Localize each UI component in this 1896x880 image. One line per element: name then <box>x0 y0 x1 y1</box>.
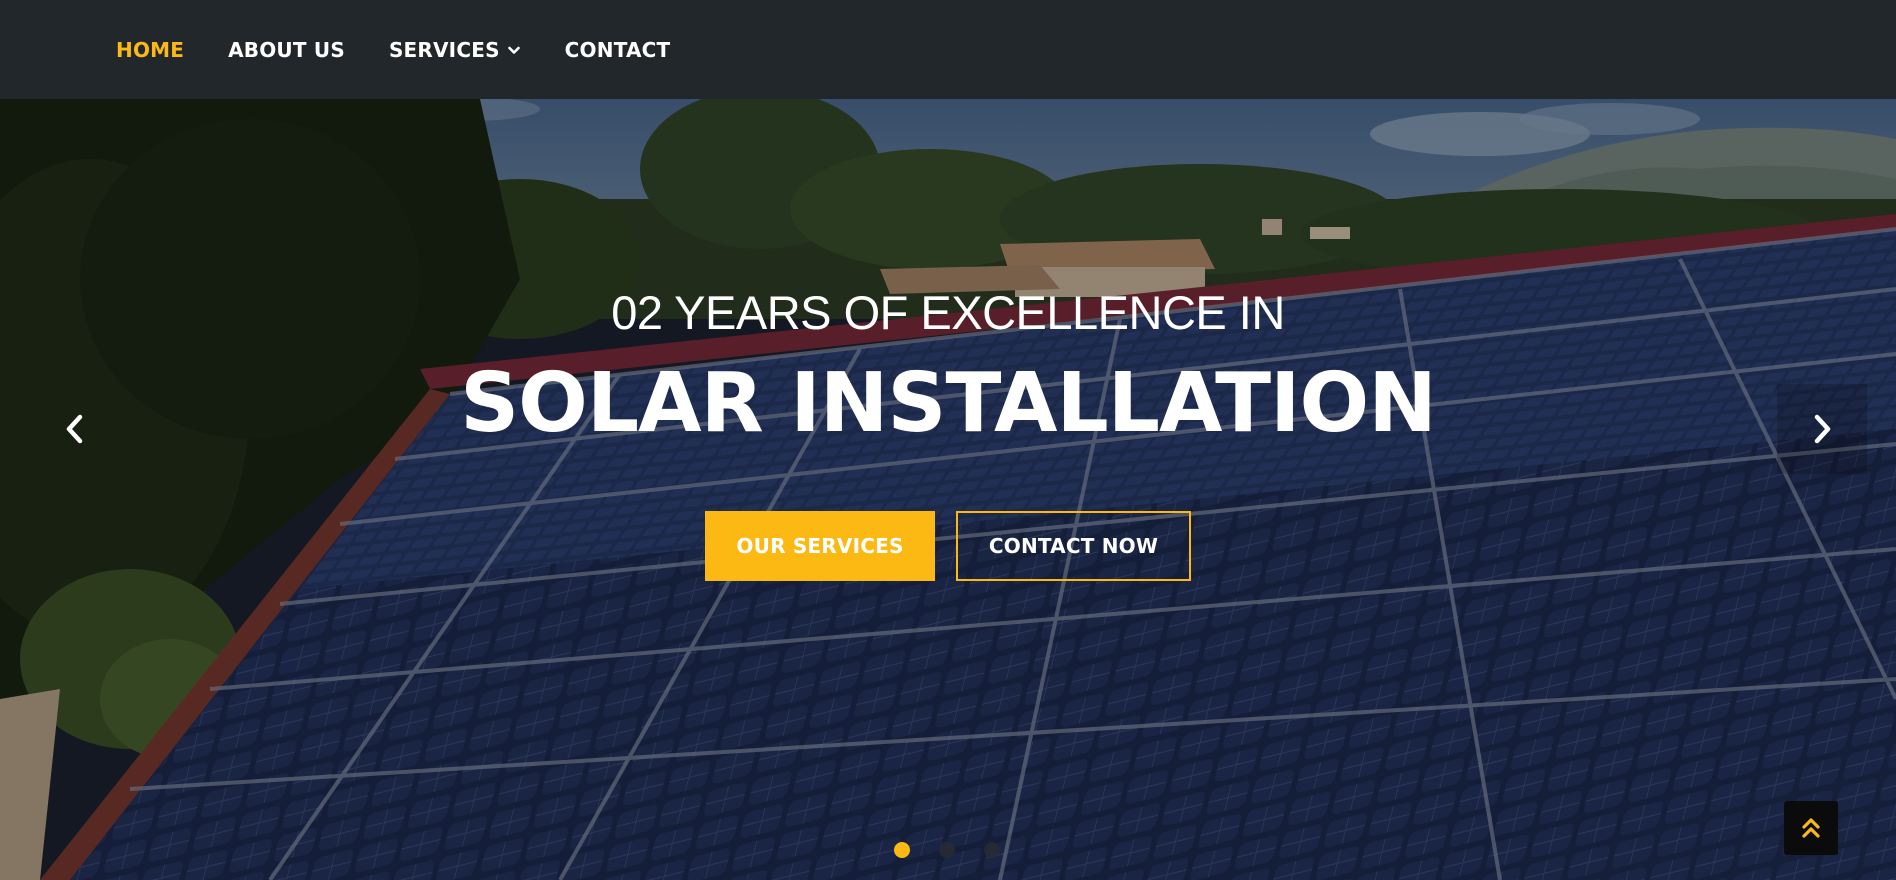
chevron-down-icon <box>507 46 520 54</box>
our-services-button[interactable]: OUR SERVICES <box>705 511 935 581</box>
hero-subtitle: 02 YEARS OF EXCELLENCE IN <box>611 286 1285 339</box>
hero-carousel: 02 YEARS OF EXCELLENCE IN SOLAR INSTALLA… <box>0 99 1896 880</box>
carousel-next-button[interactable] <box>1777 384 1867 474</box>
back-to-top-button[interactable] <box>1784 801 1838 855</box>
double-chevron-up-icon <box>1802 818 1820 838</box>
hero-caption: 02 YEARS OF EXCELLENCE IN SOLAR INSTALLA… <box>0 99 1896 880</box>
carousel-indicator-3[interactable] <box>984 842 1000 858</box>
hero-title: SOLAR INSTALLATION <box>460 356 1437 451</box>
nav-item-about-us[interactable]: ABOUT US <box>228 38 345 62</box>
chevron-left-icon <box>66 414 83 444</box>
contact-now-button[interactable]: CONTACT NOW <box>956 511 1191 581</box>
nav-item-label: CONTACT <box>564 37 671 62</box>
chevron-right-icon <box>1814 414 1831 444</box>
nav-item-label: ABOUT US <box>228 37 345 62</box>
carousel-indicators <box>894 842 1029 858</box>
carousel-prev-button[interactable] <box>30 384 120 474</box>
main-menu: HOME ABOUT US SERVICES CONTACT <box>116 0 714 99</box>
nav-item-label: SERVICES <box>388 37 500 62</box>
nav-item-services[interactable]: SERVICES <box>389 38 521 62</box>
nav-item-home[interactable]: HOME <box>116 38 184 62</box>
nav-item-contact[interactable]: CONTACT <box>565 38 671 62</box>
top-navbar: HOME ABOUT US SERVICES CONTACT <box>0 0 1896 99</box>
carousel-indicator-2[interactable] <box>939 842 955 858</box>
nav-item-label: HOME <box>116 37 185 62</box>
carousel-indicator-1[interactable] <box>894 842 910 858</box>
